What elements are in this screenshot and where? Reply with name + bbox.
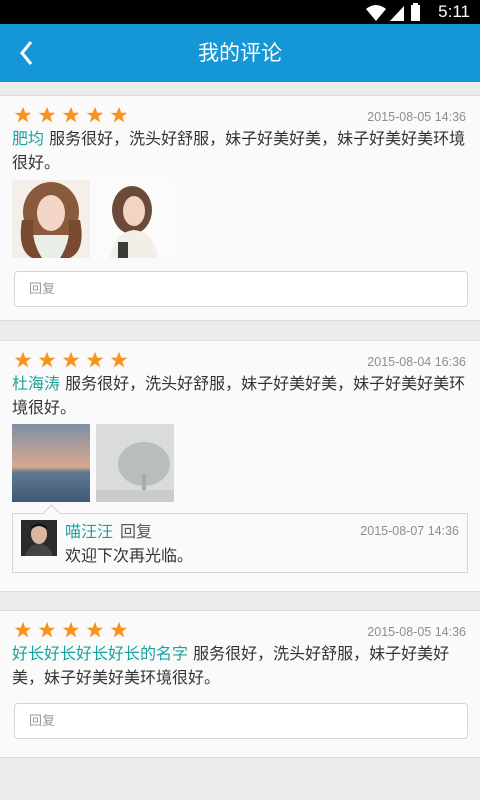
app-bar: 我的评论 — [0, 24, 480, 82]
reply-input[interactable]: 回复 — [14, 271, 468, 307]
review-content: 服务很好，洗头好舒服，妹子好美好美，妹子好美好美环境很好。 — [12, 129, 466, 172]
reviewer-name[interactable]: 杜海涛 — [12, 374, 60, 393]
star-icon — [12, 351, 34, 369]
replier-avatar[interactable] — [21, 520, 57, 556]
reviewer-name[interactable]: 肥均 — [12, 129, 44, 148]
rating-stars — [12, 621, 130, 639]
review-photos — [12, 424, 174, 502]
review-text: 杜海涛 服务很好，洗头好舒服，妹子好美好美，妹子好美好美环境很好。 — [12, 372, 470, 420]
star-icon — [108, 351, 130, 369]
review-photo[interactable] — [96, 180, 174, 258]
reply-tag: 回复 — [120, 522, 153, 541]
star-icon — [108, 621, 130, 639]
star-icon — [108, 106, 130, 124]
review-photos — [12, 180, 174, 258]
review-card: 2015-08-04 16:36 杜海涛 服务很好，洗头好舒服，妹子好美好美，妹… — [0, 340, 480, 592]
replier-name[interactable]: 喵汪汪 — [65, 518, 113, 542]
star-icon — [36, 621, 58, 639]
review-date: 2015-08-05 14:36 — [367, 110, 466, 124]
review-photo[interactable] — [12, 424, 90, 502]
reply-thread: 喵汪汪 回复 2015-08-07 14:36 欢迎下次再光临。 — [12, 504, 468, 573]
review-date: 2015-08-05 14:36 — [367, 625, 466, 639]
signal-icon — [390, 6, 404, 21]
review-card: 2015-08-05 14:36 好长好长好长好长的名字 服务很好，洗头好舒服，… — [0, 610, 480, 758]
review-card: 2015-08-05 14:36 肥均 服务很好，洗头好舒服，妹子好美好美，妹子… — [0, 95, 480, 321]
page-title: 我的评论 — [198, 41, 282, 65]
status-time: 5:11 — [438, 2, 470, 21]
reply-input[interactable]: 回复 — [14, 703, 468, 739]
wifi-icon — [366, 5, 386, 21]
star-icon — [84, 621, 106, 639]
star-icon — [12, 106, 34, 124]
star-icon — [60, 106, 82, 124]
star-icon — [36, 106, 58, 124]
star-icon — [36, 351, 58, 369]
status-icons — [364, 2, 424, 22]
review-photo[interactable] — [12, 180, 90, 258]
review-text: 好长好长好长好长的名字 服务很好，洗头好舒服，妹子好美好美，妹子好美好美环境很好… — [12, 642, 470, 690]
review-text: 肥均 服务很好，洗头好舒服，妹子好美好美，妹子好美好美环境很好。 — [12, 127, 470, 175]
review-content: 服务很好，洗头好舒服，妹子好美好美，妹子好美好美环境很好。 — [12, 374, 466, 417]
reply-text: 欢迎下次再光临。 — [65, 546, 194, 565]
reviewer-name[interactable]: 好长好长好长好长的名字 — [12, 644, 188, 663]
rating-stars — [12, 351, 130, 369]
star-icon — [12, 621, 34, 639]
reply-placeholder: 回复 — [29, 282, 56, 297]
review-photo[interactable] — [96, 424, 174, 502]
status-bar: 5:11 — [0, 0, 480, 24]
star-icon — [60, 621, 82, 639]
battery-icon — [411, 3, 420, 21]
rating-stars — [12, 106, 130, 124]
star-icon — [84, 106, 106, 124]
star-icon — [84, 351, 106, 369]
reply-placeholder: 回复 — [29, 714, 56, 729]
star-icon — [60, 351, 82, 369]
review-date: 2015-08-04 16:36 — [367, 355, 466, 369]
reply-date: 2015-08-07 14:36 — [360, 524, 459, 538]
